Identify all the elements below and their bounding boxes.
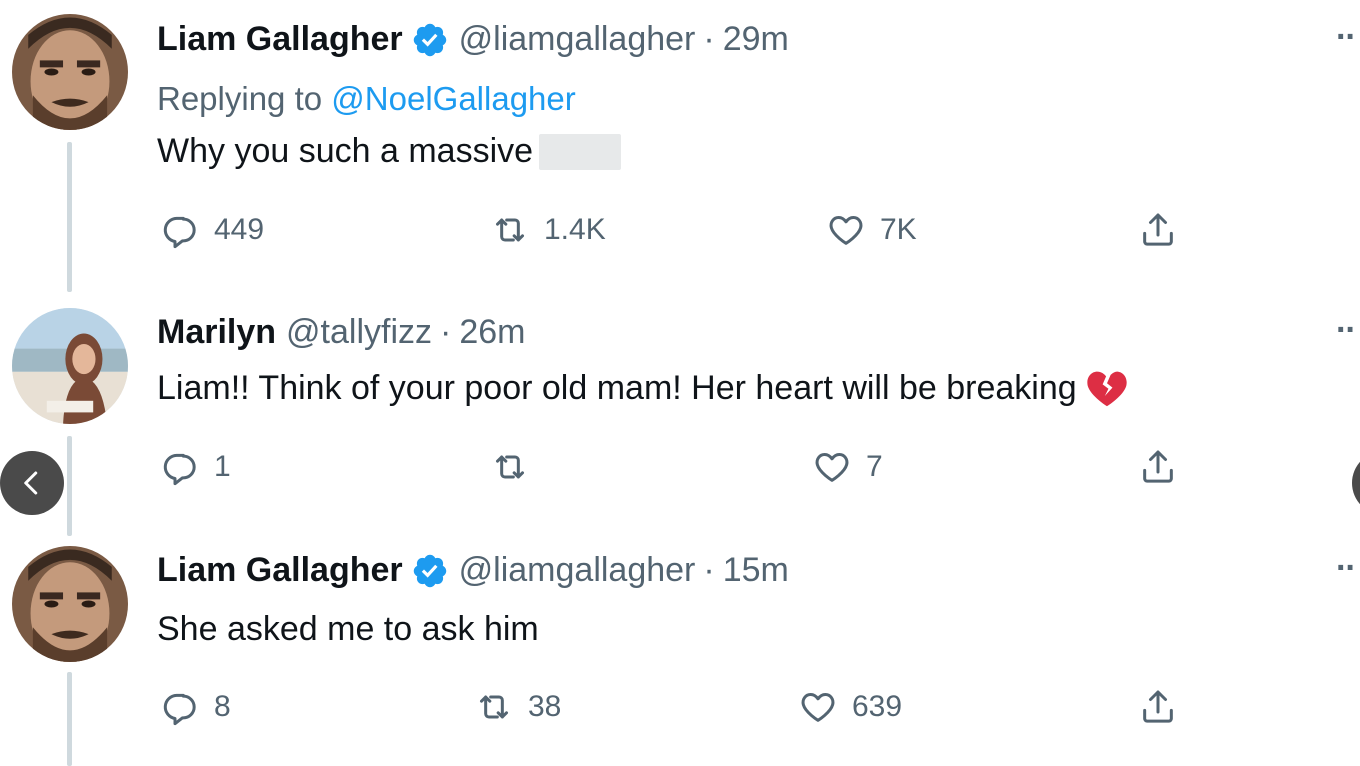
retweet-button[interactable]: 38 bbox=[474, 687, 561, 727]
share-button[interactable] bbox=[1138, 210, 1178, 250]
author-handle[interactable]: @liamgallagher bbox=[459, 20, 696, 59]
retweet-icon bbox=[474, 687, 514, 727]
reply-count: 1 bbox=[214, 450, 231, 483]
retweet-icon bbox=[490, 447, 530, 487]
tweet-body: She asked me to ask him bbox=[157, 610, 539, 648]
verified-badge-icon bbox=[411, 552, 449, 590]
share-icon bbox=[1138, 687, 1178, 727]
reply-icon bbox=[160, 447, 200, 487]
previous-button[interactable] bbox=[0, 451, 64, 515]
retweet-button[interactable]: 1.4K bbox=[490, 210, 606, 250]
like-button[interactable]: 7K bbox=[826, 210, 917, 250]
share-icon bbox=[1138, 447, 1178, 487]
like-count: 7K bbox=[880, 213, 917, 246]
thread-connector-line bbox=[67, 436, 72, 536]
reply-button[interactable]: 449 bbox=[160, 210, 264, 250]
separator-dot: · bbox=[703, 20, 715, 58]
timestamp[interactable]: 15m bbox=[723, 551, 789, 590]
tweet-body: Liam!! Think of your poor old mam! Her h… bbox=[157, 368, 1077, 407]
author-handle[interactable]: @tallyfizz bbox=[286, 313, 432, 352]
share-button[interactable] bbox=[1138, 447, 1178, 487]
next-button[interactable] bbox=[1352, 451, 1360, 515]
author-name[interactable]: Liam Gallagher bbox=[157, 551, 403, 590]
like-button[interactable]: 7 bbox=[812, 447, 883, 487]
tweet-header: Marilyn @tallyfizz · 26m bbox=[157, 313, 526, 352]
share-icon bbox=[1138, 210, 1178, 250]
retweet-icon bbox=[490, 210, 530, 250]
avatar[interactable] bbox=[12, 14, 128, 130]
reply-button[interactable]: 1 bbox=[160, 447, 231, 487]
tweet-header: Liam Gallagher @liamgallagher · 15m bbox=[157, 551, 789, 590]
tweet-header: Liam Gallagher @liamgallagher · 29m bbox=[157, 20, 789, 59]
reply-count: 449 bbox=[214, 213, 265, 246]
replying-to-line: Replying to @NoelGallagher bbox=[157, 80, 576, 118]
author-handle[interactable]: @liamgallagher bbox=[459, 551, 696, 590]
retweet-button[interactable] bbox=[490, 447, 544, 487]
share-button[interactable] bbox=[1138, 687, 1178, 727]
retweet-count: 38 bbox=[528, 690, 562, 723]
more-options-icon[interactable]: ·· bbox=[1336, 18, 1357, 57]
more-options-icon[interactable]: ·· bbox=[1336, 311, 1357, 350]
thread-connector-line bbox=[67, 142, 72, 292]
tweet-body: Why you such a massive bbox=[157, 132, 534, 170]
replying-to-label: Replying to bbox=[157, 80, 323, 117]
heart-icon bbox=[826, 210, 866, 250]
tweet-text: Why you such a massive bbox=[157, 132, 622, 171]
avatar[interactable] bbox=[12, 546, 128, 662]
more-options-icon[interactable]: ·· bbox=[1336, 549, 1357, 588]
like-button[interactable]: 639 bbox=[798, 687, 902, 727]
reply-icon bbox=[160, 210, 200, 250]
tweet-text: She asked me to ask him bbox=[157, 610, 539, 649]
like-count: 7 bbox=[866, 450, 883, 483]
heart-icon bbox=[812, 447, 852, 487]
chevron-left-icon bbox=[24, 471, 38, 495]
reply-button[interactable]: 8 bbox=[160, 687, 231, 727]
author-name[interactable]: Marilyn bbox=[157, 313, 276, 352]
timestamp[interactable]: 29m bbox=[723, 20, 789, 59]
redacted-word bbox=[539, 133, 622, 170]
verified-badge-icon bbox=[411, 21, 449, 59]
author-name[interactable]: Liam Gallagher bbox=[157, 20, 403, 59]
reply-icon bbox=[160, 687, 200, 727]
reply-count: 8 bbox=[214, 690, 231, 723]
broken-heart-icon bbox=[1085, 368, 1129, 408]
separator-dot: · bbox=[440, 313, 452, 351]
separator-dot: · bbox=[703, 551, 715, 589]
timestamp[interactable]: 26m bbox=[459, 313, 525, 352]
thread-connector-line bbox=[67, 672, 72, 766]
heart-icon bbox=[798, 687, 838, 727]
avatar[interactable] bbox=[12, 308, 128, 424]
tweet-text: Liam!! Think of your poor old mam! Her h… bbox=[157, 368, 1129, 408]
retweet-count: 1.4K bbox=[544, 213, 606, 246]
like-count: 639 bbox=[852, 690, 903, 723]
replying-to-mention[interactable]: @NoelGallagher bbox=[331, 80, 575, 117]
